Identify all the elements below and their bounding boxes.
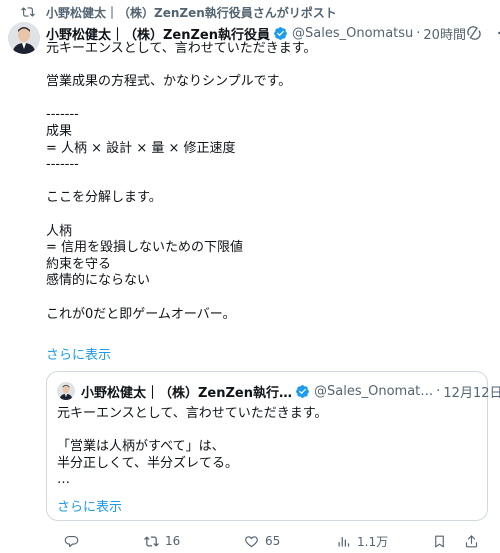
author-handle[interactable]: @Sales_Onomatsu	[292, 26, 413, 41]
verified-badge-icon	[296, 384, 309, 398]
separator-dot: ·	[416, 25, 421, 41]
like-button[interactable]: 65	[244, 534, 280, 549]
quote-time: 12月12日	[443, 385, 500, 401]
views-count: 1.1万	[357, 534, 389, 549]
header-actions	[466, 25, 500, 41]
repost-banner[interactable]: 小野松健太｜（株）ZenZen執行役員さんがリポスト	[20, 3, 337, 21]
retweet-button[interactable]: 16	[144, 534, 180, 549]
quote-author-handle: @Sales_Onomat…	[314, 383, 434, 399]
views-icon	[338, 536, 350, 546]
quote-avatar[interactable]	[57, 382, 75, 400]
retweet-icon	[21, 7, 35, 17]
author-name[interactable]: 小野松健太｜（株）ZenZen執行役員	[46, 24, 270, 43]
verified-badge-icon	[274, 26, 287, 40]
quote-author-name: 小野松健太｜（株）ZenZen執行…	[81, 385, 292, 401]
quote-text: 元キーエンスとして、言わせていただきます。 「営業は人柄がすべて」は、 半分正し…	[57, 406, 328, 488]
views-button[interactable]: 1.1万	[336, 533, 388, 550]
like-count: 65	[265, 534, 281, 548]
post-text: 元キーエンスとして、言わせていただきます。 営業成果の方程式、かなりシンプルです…	[46, 41, 317, 322]
avatar-image	[8, 22, 40, 54]
avatar[interactable]	[8, 22, 40, 54]
repost-banner-text: 小野松健太｜（株）ZenZen執行役員さんがリポスト	[46, 5, 337, 20]
reply-icon	[64, 535, 79, 547]
reply-button[interactable]	[64, 534, 85, 549]
show-more-link[interactable]: さらに表示	[46, 344, 111, 363]
retweet-count: 16	[165, 534, 181, 548]
share-button[interactable]	[464, 534, 479, 549]
quote-separator-dot: ·	[436, 383, 441, 399]
bookmark-icon	[435, 535, 444, 547]
quote-avatar-image	[57, 382, 75, 400]
quoted-post[interactable]: 小野松健太｜（株）ZenZen執行… @Sales_Onomat… · 12月1…	[46, 371, 500, 521]
quote-header: 小野松健太｜（株）ZenZen執行… @Sales_Onomat… · 12月1…	[81, 381, 500, 401]
grok-icon[interactable]	[466, 25, 482, 41]
more-icon[interactable]	[496, 25, 500, 41]
quote-show-more-link[interactable]: さらに表示	[57, 496, 122, 515]
share-icon	[465, 534, 478, 547]
bookmark-button[interactable]	[432, 534, 447, 549]
retweet-icon	[144, 535, 159, 547]
heart-icon	[245, 535, 258, 547]
post-time[interactable]: 20時間	[423, 24, 466, 43]
action-bar: 16 65 1.1万	[46, 531, 486, 551]
